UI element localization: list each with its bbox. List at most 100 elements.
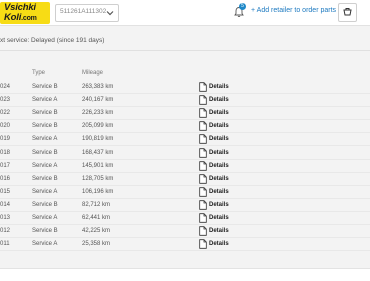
table-row: 019 Service A 190,819 km Details xyxy=(0,134,370,149)
service-year: 018 xyxy=(0,149,11,156)
row-divider xyxy=(0,237,370,239)
table-row: 015 Service A 106,196 km Details xyxy=(0,187,370,202)
column-header-mileage: Mileage xyxy=(82,70,104,76)
document-icon xyxy=(199,147,207,158)
document-icon xyxy=(199,160,207,171)
row-divider xyxy=(0,158,370,160)
divider xyxy=(0,50,370,51)
cart-icon xyxy=(343,8,352,16)
document-icon xyxy=(199,108,207,118)
table-row: 017 Service A 145,901 km Details xyxy=(0,160,370,176)
service-year: 014 xyxy=(0,201,11,208)
vsichki-koli-logo[interactable]: Vsichki Koli.com xyxy=(0,2,50,24)
service-year: 020 xyxy=(0,123,11,130)
details-link[interactable]: Details xyxy=(209,123,229,129)
footer-bar xyxy=(0,268,370,281)
service-type: Service B xyxy=(32,123,58,130)
details-link[interactable]: Details xyxy=(209,241,229,247)
details-link[interactable]: Details xyxy=(209,189,229,195)
table-row: 018 Service B 168,437 km Details xyxy=(0,147,370,163)
service-mileage: 168,437 km xyxy=(82,149,114,156)
vehicle-select[interactable]: 511261A111302 xyxy=(55,4,119,22)
row-divider xyxy=(0,197,370,199)
service-mileage: 226,233 km xyxy=(82,110,114,117)
column-header-type: Type xyxy=(32,70,46,76)
details-link[interactable]: Details xyxy=(209,97,229,103)
table-row: 023 Service A 240,167 km Details xyxy=(0,95,370,110)
service-mileage: 106,196 km xyxy=(82,188,114,195)
add-retailer-link[interactable]: + Add retailer to order parts xyxy=(251,7,336,14)
document-icon xyxy=(199,187,207,197)
service-type: Service B xyxy=(32,228,58,235)
row-divider xyxy=(0,93,370,94)
row-divider xyxy=(0,145,370,147)
table-row: 014 Service B 82,712 km Details xyxy=(0,200,370,215)
service-mileage: 62,441 km xyxy=(82,215,111,221)
next-service-status: xt service: Delayed (since 191 days) xyxy=(0,37,105,44)
table-row: 016 Service B 128,705 km Details xyxy=(0,173,370,189)
service-type: Service B xyxy=(32,201,58,208)
document-icon xyxy=(199,95,207,105)
service-type: Service A xyxy=(32,215,58,221)
service-year: 022 xyxy=(0,110,11,117)
document-icon xyxy=(199,213,207,223)
document-icon xyxy=(199,173,207,184)
service-year: 023 xyxy=(0,97,11,104)
document-icon xyxy=(199,239,207,249)
service-year: 011 xyxy=(0,241,10,248)
row-divider xyxy=(0,106,370,108)
service-mileage: 190,819 km xyxy=(82,136,114,143)
details-link[interactable]: Details xyxy=(209,110,229,116)
service-type: Service A xyxy=(32,162,58,169)
table-row: 022 Service B 226,233 km Details xyxy=(0,108,370,123)
notification-badge: 5 xyxy=(239,3,246,10)
row-divider xyxy=(0,171,370,173)
document-icon xyxy=(199,134,207,145)
document-icon xyxy=(199,82,207,92)
service-year: 013 xyxy=(0,215,11,221)
row-divider xyxy=(0,224,370,225)
document-icon xyxy=(199,121,207,131)
service-type: Service A xyxy=(32,97,58,104)
row-divider xyxy=(0,210,370,212)
service-type: Service A xyxy=(32,136,58,143)
service-type: Service A xyxy=(32,241,58,248)
row-divider xyxy=(0,119,370,121)
chevron-down-icon xyxy=(106,11,114,16)
document-icon xyxy=(199,200,207,210)
service-year: 016 xyxy=(0,175,11,182)
service-mileage: 42,225 km xyxy=(82,228,111,235)
table-row: 013 Service A 62,441 km Details xyxy=(0,213,370,228)
details-link[interactable]: Details xyxy=(209,176,229,182)
service-year: 015 xyxy=(0,188,11,195)
service-mileage: 205,099 km xyxy=(82,123,114,130)
table-row: 012 Service B 42,225 km Details xyxy=(0,226,370,241)
service-year: 019 xyxy=(0,136,11,143)
service-mileage: 240,167 km xyxy=(82,97,114,104)
details-link[interactable]: Details xyxy=(209,228,229,234)
details-link[interactable]: Details xyxy=(209,215,229,221)
cart-button[interactable] xyxy=(338,3,357,22)
table-row: 020 Service B 205,099 km Details xyxy=(0,121,370,136)
service-type: Service B xyxy=(32,110,58,117)
details-link[interactable]: Details xyxy=(209,202,229,208)
details-link[interactable]: Details xyxy=(209,136,229,142)
row-divider xyxy=(0,132,370,134)
service-type: Service B xyxy=(32,175,58,182)
logo-line-2: Koli.com xyxy=(4,12,37,23)
service-type: Service B xyxy=(32,84,58,90)
service-mileage: 263,383 km xyxy=(82,84,114,90)
details-link[interactable]: Details xyxy=(209,163,229,169)
service-mileage: 25,358 km xyxy=(82,241,111,248)
service-mileage: 82,712 km xyxy=(82,201,111,208)
service-year: 017 xyxy=(0,162,11,169)
service-type: Service A xyxy=(32,188,58,195)
table-row: 011 Service A 25,358 km Details xyxy=(0,239,370,254)
document-icon xyxy=(199,226,207,236)
details-link[interactable]: Details xyxy=(209,150,229,156)
vin-value: 511261A111302 xyxy=(60,8,107,15)
service-year: 024 xyxy=(0,84,11,90)
top-bar: Vsichki Koli.com 511261A111302 5 + Add r… xyxy=(0,0,370,26)
details-link[interactable]: Details xyxy=(209,84,229,90)
row-divider xyxy=(0,250,370,252)
